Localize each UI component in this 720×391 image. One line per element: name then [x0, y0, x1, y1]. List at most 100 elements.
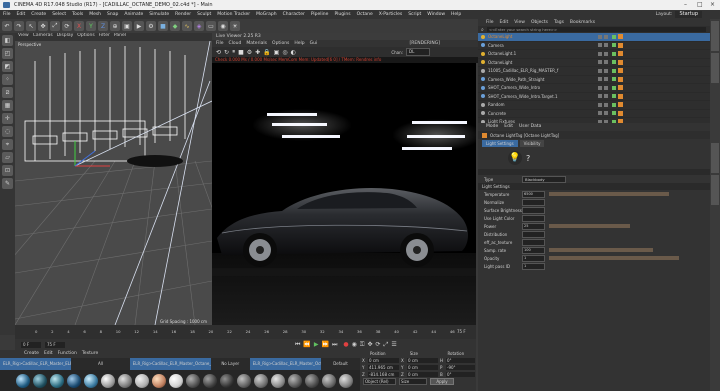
filter-no-layer[interactable]: No Layer — [211, 358, 250, 370]
tweak-mode-icon[interactable]: ◌ — [2, 126, 13, 137]
material-ball[interactable] — [84, 373, 98, 388]
menu-help[interactable]: Help — [448, 12, 464, 17]
filter-all[interactable]: All — [71, 358, 130, 370]
side-tab[interactable] — [711, 21, 719, 51]
side-tab[interactable] — [711, 143, 719, 173]
live-viewer-menu-file[interactable]: File — [216, 40, 224, 47]
enabled-check-icon[interactable] — [612, 111, 616, 116]
visibility-render-icon[interactable] — [604, 68, 608, 73]
visibility-editor-icon[interactable] — [598, 102, 602, 107]
object-row[interactable]: Camera_Wide_Path_Straight — [478, 76, 710, 84]
end-frame-field[interactable]: 75 F — [45, 341, 65, 348]
visibility-editor-icon[interactable] — [598, 111, 602, 116]
object-name[interactable]: 11005_Cadillac_ELR_Rig_MASTER_f — [488, 68, 598, 73]
param-value-field[interactable]: 25 — [522, 222, 545, 230]
menu-render[interactable]: Render — [172, 12, 194, 17]
material-ball[interactable] — [118, 373, 132, 388]
deformer-icon[interactable]: ◈ — [194, 21, 204, 31]
enabled-check-icon[interactable] — [612, 94, 616, 99]
lock-icon[interactable]: 🔒 — [263, 49, 270, 56]
object-menu-objects[interactable]: Objects — [531, 19, 548, 26]
go-to-start-icon[interactable]: ⏮ — [295, 341, 300, 349]
rotate-icon[interactable]: ⟳ — [62, 21, 72, 31]
enabled-check-icon[interactable] — [612, 85, 616, 90]
coordinate-system-icon[interactable]: ⊕ — [110, 21, 120, 31]
prev-key-icon[interactable]: ⏪ — [303, 341, 310, 348]
object-name[interactable]: Camera_Wide_Path_Straight — [488, 77, 598, 82]
visibility-editor-icon[interactable] — [598, 34, 602, 39]
visibility-editor-icon[interactable] — [598, 60, 602, 65]
apply-button[interactable]: Apply — [430, 378, 454, 385]
material-ball[interactable] — [254, 373, 268, 388]
autokey-icon[interactable]: ◉ — [352, 341, 357, 348]
tag-icon[interactable] — [618, 34, 623, 40]
material-ball[interactable] — [305, 373, 319, 388]
filter-default[interactable]: Default — [321, 358, 360, 370]
menu-edit[interactable]: Edit — [14, 12, 29, 17]
play-icon[interactable]: ▶ — [314, 341, 319, 348]
viewport-menu-view[interactable]: View — [18, 33, 29, 41]
material-ball[interactable] — [203, 373, 217, 388]
attribute-menu-edit[interactable]: Edit — [504, 123, 513, 131]
material-menu-edit[interactable]: Edit — [44, 350, 53, 358]
material-ball[interactable] — [271, 373, 285, 388]
attribute-menu-mode[interactable]: Mode — [486, 123, 498, 131]
param-value-field[interactable]: 6500 — [522, 190, 545, 198]
position-key-icon[interactable]: ✥ — [367, 341, 372, 348]
type-select[interactable]: Blackbody — [522, 175, 566, 183]
visibility-editor-icon[interactable] — [598, 68, 602, 73]
enabled-check-icon[interactable] — [612, 51, 616, 56]
start-frame-field[interactable]: 0 F — [21, 341, 41, 348]
menu-octane[interactable]: Octane — [354, 12, 376, 17]
menu-create[interactable]: Create — [28, 12, 49, 17]
workplane-icon[interactable]: ▱ — [2, 152, 13, 163]
scale-key-icon[interactable]: ⤢ — [384, 341, 389, 349]
viewport-menu-panel[interactable]: Panel — [114, 33, 126, 41]
settings-icon[interactable]: ⚙ — [247, 49, 252, 56]
object-name[interactable]: OctaneLight — [488, 34, 598, 39]
paint-icon[interactable]: ✎ — [2, 178, 13, 189]
tag-icon[interactable] — [618, 102, 623, 108]
tag-icon[interactable] — [618, 110, 623, 116]
render-view-icon[interactable]: ▣ — [122, 21, 132, 31]
spline-icon[interactable]: ∿ — [182, 21, 192, 31]
polygons-mode-icon[interactable]: ▦ — [2, 100, 13, 111]
send-scene-icon[interactable]: ⟲ — [216, 49, 221, 56]
coord-rotation-field[interactable]: 0° — [446, 372, 475, 377]
object-row[interactable]: OctaneLight.1 — [478, 50, 710, 59]
visibility-render-icon[interactable] — [604, 51, 608, 56]
param-value-field[interactable] — [522, 198, 545, 206]
cube-icon[interactable]: ■ — [158, 21, 168, 31]
param-value-field[interactable]: 100 — [522, 246, 545, 254]
viewport-3d[interactable]: View Cameras Display Options Filter Panel Per… — [15, 33, 212, 325]
coord-rotation-field[interactable]: -90° — [446, 365, 475, 370]
coord-size-mode-select[interactable]: Size — [399, 378, 427, 385]
material-ball[interactable] — [220, 373, 234, 388]
texture-mode-icon[interactable]: ◩ — [2, 61, 13, 72]
material-ball[interactable] — [67, 373, 81, 388]
close-icon[interactable]: × — [710, 1, 715, 8]
render-view[interactable] — [212, 63, 476, 325]
menu-window[interactable]: Window — [424, 12, 448, 17]
coord-position-field[interactable]: 411.965 cm — [368, 365, 399, 370]
y-axis-icon[interactable]: Y — [86, 21, 96, 31]
tag-icon[interactable] — [618, 59, 623, 65]
object-name[interactable]: Random — [488, 102, 598, 107]
undo-icon[interactable]: ↶ — [2, 21, 12, 31]
timeline-layout-icon[interactable]: ☰ — [391, 341, 396, 348]
floor-icon[interactable]: ▭ — [206, 21, 216, 31]
material-ball[interactable] — [50, 373, 64, 388]
tab-light-settings[interactable]: Light Settings — [482, 139, 518, 147]
param-slider[interactable] — [549, 248, 653, 252]
menu-select[interactable]: Select — [49, 12, 69, 17]
object-menu-edit[interactable]: Edit — [500, 19, 509, 26]
object-name[interactable]: Concrete — [488, 111, 598, 116]
stop-icon[interactable]: ■ — [238, 49, 244, 56]
material-ball[interactable] — [322, 373, 336, 388]
coord-size-field[interactable]: 0 cm — [407, 358, 438, 363]
object-name[interactable]: SHOT_Camera_Wide_Intro.Target.1 — [488, 94, 598, 99]
material-ball[interactable] — [339, 373, 353, 388]
param-value-field[interactable] — [522, 230, 545, 238]
subdivision-icon[interactable]: ◆ — [170, 21, 180, 31]
object-row[interactable]: OctaneLight — [478, 33, 710, 42]
